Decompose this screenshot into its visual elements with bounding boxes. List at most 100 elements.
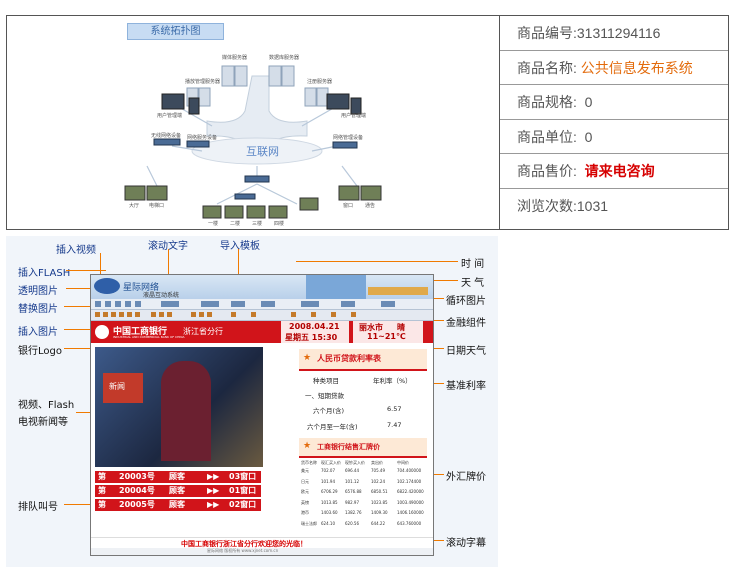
video-player[interactable]: 新闻 bbox=[95, 347, 263, 467]
queue-row: 第 20005号 顾客 ▶▶ 02窗口 bbox=[95, 499, 261, 511]
node-label: 用户管理端 bbox=[157, 113, 183, 119]
topology-diagram: 系统拓扑图 互联网 媒体服务器 数据库服务器 播放管理服务器 注册服务器 用户管… bbox=[7, 16, 500, 229]
label-weather: 天 气 bbox=[461, 278, 485, 289]
label-transparent-image: 透明图片 bbox=[18, 286, 58, 297]
fx-value: 982.97 bbox=[345, 499, 359, 505]
fx-currency: 日元 bbox=[301, 478, 309, 484]
product-spec-value: 0 bbox=[584, 94, 593, 110]
label-insert-image: 插入图片 bbox=[18, 327, 58, 338]
app-header: 星际网络 液晶互动系统 bbox=[91, 275, 433, 299]
fx-table-header: ★ 工商银行结售汇牌价 bbox=[299, 438, 427, 458]
fx-value: 644.22 bbox=[371, 520, 385, 526]
label-fx-price: 外汇牌价 bbox=[446, 472, 486, 483]
fx-value: 643.760000 bbox=[397, 520, 422, 526]
label-finance-widget: 金融组件 bbox=[446, 318, 486, 329]
star-icon: ★ bbox=[303, 441, 312, 451]
internet-cloud-label: 互联网 bbox=[246, 145, 279, 158]
node-label: 大厅 bbox=[129, 203, 140, 209]
footer-text: 星际网络 版权所有 www.xjnet.com.cn bbox=[207, 548, 279, 553]
product-views-label: 浏览次数: bbox=[517, 197, 577, 214]
product-code-label: 商品编号: bbox=[517, 25, 577, 41]
fx-value: 1406.160000 bbox=[397, 510, 424, 515]
node-label: 通告 bbox=[365, 203, 376, 209]
queue-tag: 第 bbox=[98, 472, 106, 481]
label-time: 时 间 bbox=[461, 259, 485, 270]
fx-value: 1409.30 bbox=[371, 510, 388, 515]
date-text: 2008.04.21 bbox=[289, 322, 340, 331]
node-label: 四楼 bbox=[274, 221, 285, 227]
brand-logo bbox=[94, 278, 120, 294]
fx-header: 中间价 bbox=[397, 460, 409, 465]
queue-number: 20003号 bbox=[119, 472, 155, 481]
product-views-value: 1031 bbox=[576, 197, 609, 214]
rate-table-title: 人民币贷款利率表 bbox=[317, 354, 381, 363]
label-replace-image: 替换图片 bbox=[18, 304, 58, 315]
brand-subtitle: 液晶互动系统 bbox=[143, 292, 180, 299]
fx-value: 704.400000 bbox=[397, 468, 422, 473]
date-box: 2008.04.21 星期五 15:30 bbox=[281, 321, 349, 343]
fx-value: 1003.490000 bbox=[397, 499, 424, 505]
node-label: 网络管理设备 bbox=[333, 135, 364, 141]
fx-currency: 美元 bbox=[301, 468, 309, 473]
bank-branch: 浙江省分行 bbox=[183, 327, 223, 336]
label-date-weather: 日期天气 bbox=[446, 346, 486, 357]
fx-value: 101.94 bbox=[321, 478, 335, 484]
weather-box: 丽水市 晴 11~21℃ bbox=[353, 321, 423, 343]
time-text: 星期五 15:30 bbox=[285, 333, 338, 342]
node-label: 注册服务器 bbox=[307, 79, 333, 85]
news-label: 新闻 bbox=[109, 382, 125, 391]
product-name-label: 商品名称: bbox=[517, 59, 577, 76]
queue-number: 20005号 bbox=[119, 500, 155, 509]
fx-value: 702.07 bbox=[321, 468, 335, 473]
fx-value: 705.49 bbox=[371, 468, 385, 473]
label-loop-image: 循环图片 bbox=[446, 296, 486, 307]
bank-name-en: INDUSTRIAL AND COMMERCIAL BANK OF CHINA bbox=[113, 335, 185, 339]
label-queue-call: 排队叫号 bbox=[18, 502, 58, 513]
queue-row: 第 20004号 顾客 ▶▶ 01窗口 bbox=[95, 485, 261, 497]
label-video-flash-tv: 视频、Flash 电视新闻等 bbox=[18, 400, 75, 428]
node-label: 播放管理服务器 bbox=[185, 79, 221, 85]
queue-row: 第 20003号 顾客 ▶▶ 03窗口 bbox=[95, 471, 261, 483]
product-fields: 商品编号:31311294116 商品名称: 公共信息发布系统 商品规格: 0 … bbox=[500, 16, 728, 223]
rate-table-header: ★ 人民币贷款利率表 bbox=[299, 349, 427, 371]
star-icon: ★ bbox=[303, 353, 312, 363]
label-base-rate: 基准利率 bbox=[446, 381, 486, 392]
fx-value: 696.44 bbox=[345, 468, 359, 473]
leader-line bbox=[64, 504, 92, 505]
queue-window: 03窗口 bbox=[229, 472, 257, 481]
rate-value: 7.47 bbox=[387, 421, 402, 429]
rate-section: 一、短期贷款 bbox=[305, 392, 344, 400]
arrow-icon: ▶▶ bbox=[207, 500, 220, 509]
header-photo bbox=[306, 275, 366, 299]
label-import-template: 导入模板 bbox=[220, 241, 260, 252]
queue-customer: 顾客 bbox=[169, 500, 185, 509]
label-bank-logo: 银行Logo bbox=[18, 346, 62, 357]
toolbar-icons[interactable] bbox=[91, 299, 433, 320]
fx-header: 现钞买入价 bbox=[345, 460, 365, 465]
rate-value: 6.57 bbox=[387, 405, 402, 413]
queue-tag: 第 bbox=[98, 500, 106, 509]
node-label: 三楼 bbox=[252, 221, 263, 227]
queue-customer: 顾客 bbox=[169, 472, 185, 481]
node-label: 网络服务设备 bbox=[187, 135, 218, 141]
product-spec-label: 商品规格: bbox=[517, 94, 577, 110]
fx-currency: 瑞士法郎 bbox=[301, 520, 317, 526]
fx-value: 1013.85 bbox=[321, 499, 338, 505]
product-unit-row: 商品单位: 0 bbox=[500, 120, 728, 154]
rate-head-item: 种类项目 bbox=[313, 377, 339, 385]
leader-line bbox=[66, 270, 106, 271]
fx-value: 1382.76 bbox=[345, 510, 362, 515]
fx-header: 卖出价 bbox=[371, 460, 383, 465]
queue-tag: 第 bbox=[98, 486, 106, 495]
queue-window: 02窗口 bbox=[229, 500, 257, 509]
queue-number: 20004号 bbox=[119, 486, 155, 495]
node-label: 电梯口 bbox=[149, 203, 165, 209]
leader-line bbox=[296, 261, 458, 262]
fx-value: 102.174400 bbox=[397, 478, 422, 484]
node-label: 用户管理端 bbox=[341, 113, 367, 119]
rate-item: 六个月至一年(含) bbox=[307, 423, 358, 431]
product-price-row: 商品售价: 请来电咨询 bbox=[500, 154, 728, 189]
fx-value: 6850.51 bbox=[371, 489, 388, 494]
fx-currency: 欧元 bbox=[301, 489, 309, 494]
node-label: 二楼 bbox=[230, 221, 241, 227]
